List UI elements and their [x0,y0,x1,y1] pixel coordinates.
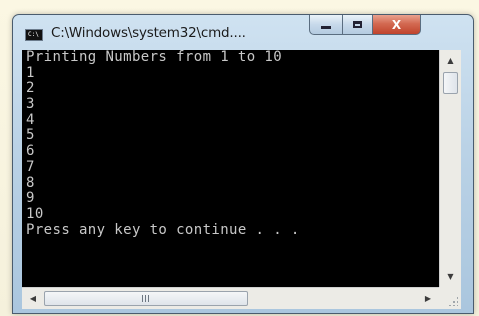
console-line: 7 [26,158,35,175]
horizontal-scroll-thumb[interactable] [44,291,248,306]
horizontal-scrollbar[interactable]: ◀ ▶ [22,287,439,309]
console-line: Press any key to continue . . . [26,221,300,238]
vertical-scroll-thumb[interactable] [443,72,458,94]
console-line: 6 [26,143,35,160]
console-app-icon[interactable]: C:\ [25,29,43,41]
console-line: Printing Numbers from 1 to 10 [26,50,283,65]
minimize-button[interactable] [309,15,343,35]
caption-buttons: X [309,15,469,37]
close-icon: X [391,17,402,32]
title-bar[interactable]: C:\ C:\Windows\system32\cmd.... X [13,15,473,49]
scroll-left-icon[interactable]: ◀ [24,288,42,309]
close-button[interactable]: X [373,15,421,35]
console-line: 10 [26,205,44,222]
console-line: 8 [26,174,35,191]
console-line: 2 [26,80,35,97]
thumb-grip-icon [142,295,150,302]
scroll-right-icon[interactable]: ▶ [419,288,437,309]
vertical-scrollbar[interactable]: ▲ ▼ [439,50,461,287]
maximize-button[interactable] [343,15,373,35]
minimize-icon [321,26,331,29]
maximize-icon [353,21,362,28]
window-title: C:\Windows\system32\cmd.... [51,25,246,41]
resize-grip-icon [448,296,458,306]
console-line: 4 [26,111,35,128]
console-line: 1 [26,64,35,81]
console-line: 5 [26,127,35,144]
scroll-down-icon[interactable]: ▼ [440,268,461,285]
console-line: 9 [26,190,35,207]
console-output[interactable]: Printing Numbers from 1 to 10 1 2 3 4 5 … [22,50,439,287]
console-line: 3 [26,96,35,113]
cmd-window[interactable]: C:\ C:\Windows\system32\cmd.... X Printi… [12,14,474,314]
resize-grip[interactable] [439,287,461,309]
scroll-up-icon[interactable]: ▲ [440,52,461,69]
